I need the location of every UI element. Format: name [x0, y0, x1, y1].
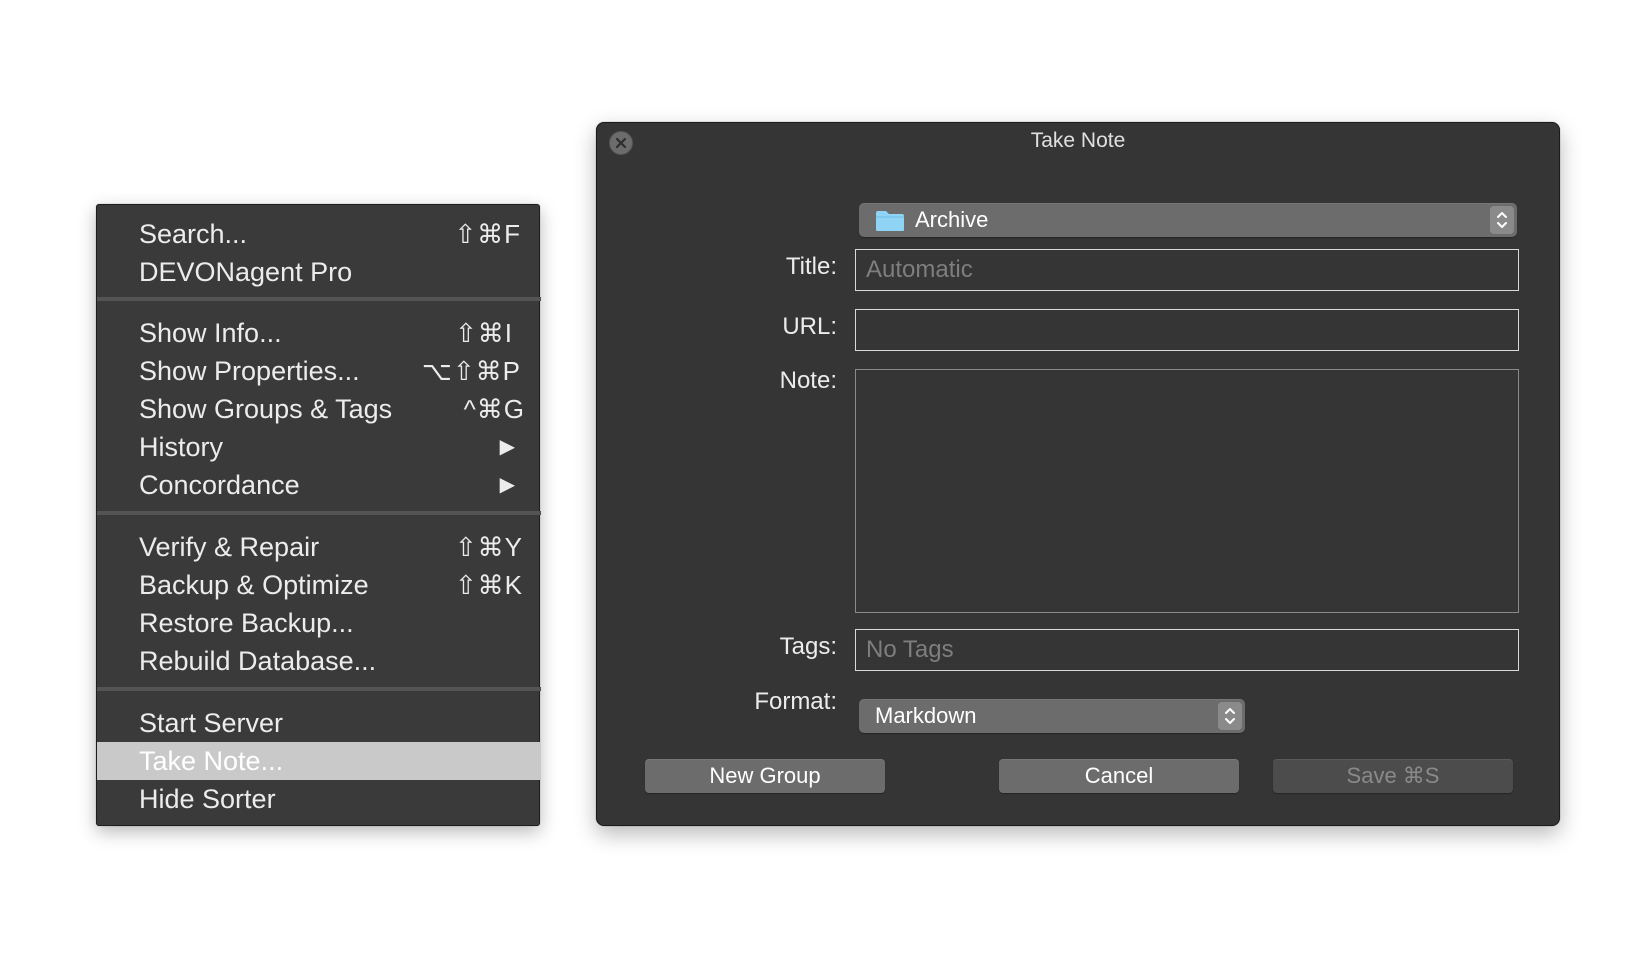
destination-group-value: Archive — [915, 207, 989, 232]
menu-item-label: Start Server — [139, 708, 284, 738]
menu-item-shortcut: ⇧⌘I — [454, 318, 513, 348]
menu-item-show-groups-tags[interactable]: Show Groups & Tags ^⌘G — [97, 390, 541, 428]
menu-item-shortcut: ⇧⌘F — [454, 219, 521, 249]
menu-item-hide-sorter[interactable]: Hide Sorter — [97, 780, 541, 818]
folder-icon — [876, 211, 904, 231]
context-menu: Search... ⇧⌘F DEVONagent Pro Show Info..… — [96, 204, 541, 826]
menu-item-show-info[interactable]: Show Info... ⇧⌘I — [97, 314, 541, 352]
menu-item-rebuild-database[interactable]: Rebuild Database... — [97, 642, 541, 680]
menu-item-shortcut: ⌥⇧⌘P — [421, 356, 521, 386]
menu-item-label: History — [139, 432, 224, 462]
menu-item-label: Concordance — [139, 470, 300, 500]
menu-item-take-note[interactable]: Take Note... — [97, 742, 541, 780]
tags-field[interactable]: No Tags — [855, 629, 1519, 671]
menu-item-shortcut: ⇧⌘Y — [454, 532, 523, 562]
format-popup[interactable]: Markdown — [859, 699, 1245, 733]
url-field[interactable] — [855, 309, 1519, 351]
submenu-arrow-icon: ▶ — [499, 474, 515, 496]
menu-item-label: Show Info... — [139, 318, 282, 348]
menu-item-label: Show Properties... — [139, 356, 360, 386]
stepper-arrows — [1218, 702, 1242, 730]
menu-separator — [97, 687, 541, 691]
menu-item-label: Rebuild Database... — [139, 646, 377, 676]
url-label: URL: — [782, 313, 837, 340]
stepper-arrows — [1490, 206, 1514, 234]
menu-item-backup-optimize[interactable]: Backup & Optimize ⇧⌘K — [97, 566, 541, 604]
menu-item-concordance[interactable]: Concordance ▶ — [97, 466, 541, 504]
chevron-up-down-icon — [1497, 212, 1507, 228]
menu-item-show-properties[interactable]: Show Properties... ⌥⇧⌘P — [97, 352, 541, 390]
tags-label: Tags: — [779, 633, 837, 660]
format-value: Markdown — [875, 703, 977, 728]
menu-item-shortcut: ⇧⌘K — [454, 570, 523, 600]
menu-item-label: Search... — [139, 219, 248, 249]
note-label: Note: — [779, 367, 837, 394]
save-button[interactable]: Save ⌘S — [1273, 759, 1513, 793]
new-group-button[interactable]: New Group — [645, 759, 885, 793]
menu-item-label: Backup & Optimize — [139, 570, 369, 600]
take-note-dialog: Take Note Archive Title: Automatic URL: … — [596, 122, 1560, 826]
title-label: Title: — [785, 253, 837, 280]
menu-item-restore-backup[interactable]: Restore Backup... — [97, 604, 541, 642]
menu-item-label: Show Groups & Tags — [139, 394, 393, 424]
menu-item-history[interactable]: History ▶ — [97, 428, 541, 466]
submenu-arrow-icon: ▶ — [499, 436, 515, 458]
menu-item-start-server[interactable]: Start Server — [97, 704, 541, 742]
chevron-up-down-icon — [1225, 708, 1235, 724]
menu-separator — [97, 511, 541, 515]
menu-item-label: Restore Backup... — [139, 608, 354, 638]
menu-item-shortcut: ^⌘G — [463, 394, 525, 424]
menu-item-label: Verify & Repair — [139, 532, 320, 562]
menu-item-label: Hide Sorter — [139, 784, 276, 814]
format-label: Format: — [754, 688, 837, 715]
note-text-area[interactable] — [855, 369, 1519, 613]
dialog-title: Take Note — [1030, 129, 1126, 152]
menu-separator — [97, 297, 541, 301]
title-field[interactable]: Automatic — [855, 249, 1519, 291]
menu-item-search[interactable]: Search... ⇧⌘F — [97, 215, 541, 253]
destination-group-popup[interactable]: Archive — [859, 203, 1517, 237]
menu-item-label: Take Note... — [139, 746, 284, 776]
menu-item-verify-repair[interactable]: Verify & Repair ⇧⌘Y — [97, 528, 541, 566]
cancel-button[interactable]: Cancel — [999, 759, 1239, 793]
menu-item-devonagent-pro[interactable]: DEVONagent Pro — [97, 253, 541, 291]
menu-item-label: DEVONagent Pro — [139, 257, 353, 287]
